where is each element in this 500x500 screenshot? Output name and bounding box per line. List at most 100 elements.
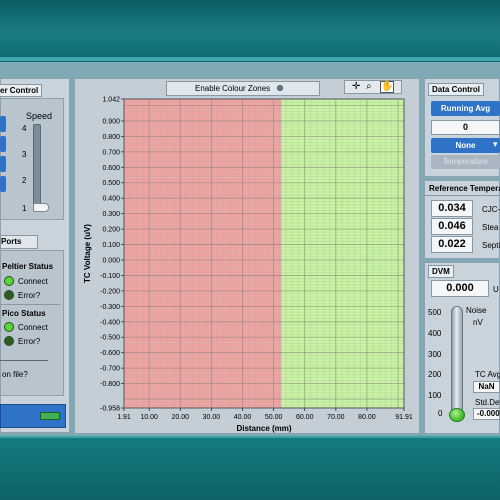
y-tick-label: 0.900 bbox=[102, 118, 120, 125]
x-tick-label: 40.00 bbox=[234, 414, 252, 421]
dvm-title: DVM bbox=[428, 265, 454, 278]
x-tick-label: 1.91 bbox=[117, 414, 131, 421]
speed-label: Speed bbox=[26, 111, 53, 121]
desktop-top-band bbox=[0, 0, 500, 58]
x-tick-label: 91.91 bbox=[395, 414, 413, 421]
left-status-led bbox=[40, 412, 60, 420]
speed-slider-handle[interactable] bbox=[33, 203, 49, 212]
y-tick-label: 0.000 bbox=[102, 257, 120, 264]
y-tick-label: -0.600 bbox=[100, 350, 120, 357]
noise-thermometer-bulb bbox=[449, 408, 465, 422]
x-axis-label: Distance (mm) bbox=[236, 424, 291, 433]
std-dev-label: Std.Dev bbox=[475, 398, 500, 407]
y-tick-label: -0.100 bbox=[100, 273, 120, 280]
pico-error-label: Error? bbox=[18, 337, 41, 346]
reference-temperature-title: Reference Tempera bbox=[429, 184, 500, 193]
noise-tick-300: 300 bbox=[428, 350, 442, 359]
x-tick-label: 10.00 bbox=[140, 414, 158, 421]
y-tick-label: 0.100 bbox=[102, 242, 120, 249]
peltier-connect-led bbox=[4, 276, 14, 286]
enable-colour-zones-toggle[interactable] bbox=[277, 85, 283, 91]
dvm-value: 0.000 bbox=[431, 280, 489, 297]
pico-error-led bbox=[4, 336, 14, 346]
left-panel-title: er Control bbox=[0, 84, 43, 97]
noise-tick-400: 400 bbox=[428, 329, 442, 338]
y-tick-label: -0.800 bbox=[100, 381, 120, 388]
y-tick-label: 0.800 bbox=[102, 134, 120, 141]
crosshair-icon[interactable]: ✛ bbox=[352, 81, 360, 92]
x-tick-label: 30.00 bbox=[203, 414, 221, 421]
x-tick-label: 80.00 bbox=[358, 414, 376, 421]
noise-tick-500: 500 bbox=[428, 308, 442, 317]
std-dev-value: -0.000 bbox=[473, 408, 500, 420]
y-axis-label: TC Voltage (uV) bbox=[83, 224, 92, 283]
steam-value: 0.046 bbox=[431, 218, 473, 235]
y-tick-label: -0.700 bbox=[100, 366, 120, 373]
save-divider bbox=[0, 360, 48, 361]
filter-none-dropdown[interactable]: None bbox=[431, 138, 500, 153]
enable-colour-zones-label: Enable Colour Zones bbox=[195, 84, 271, 93]
motor-button-4[interactable] bbox=[0, 176, 6, 192]
peltier-connect-label: Connect bbox=[18, 277, 48, 286]
peltier-error-led bbox=[4, 290, 14, 300]
tc-avg-value: NaN bbox=[473, 381, 500, 393]
pico-status-label: Pico Status bbox=[2, 309, 46, 318]
y-tick-label: 0.700 bbox=[102, 149, 120, 156]
speed-slider-track[interactable] bbox=[33, 124, 41, 212]
noise-unit: nV bbox=[473, 318, 483, 327]
pan-hand-icon[interactable]: ✋ bbox=[380, 81, 395, 93]
pico-connect-label: Connect bbox=[18, 323, 48, 332]
cjc-label: CJC- bbox=[482, 205, 500, 214]
temperature-button[interactable]: Temperature bbox=[431, 155, 500, 169]
noise-tick-0: 0 bbox=[438, 409, 443, 418]
colour-zone-0 bbox=[124, 99, 282, 408]
steam-label: Stea bbox=[482, 223, 499, 232]
noise-tick-200: 200 bbox=[428, 370, 442, 379]
tc-avg-label: TC Avg bbox=[475, 370, 500, 379]
speed-tick-1: 1 bbox=[22, 204, 27, 213]
dvm-unit: U bbox=[493, 285, 499, 294]
noise-label: Noise bbox=[466, 306, 487, 315]
septum-label: Septi bbox=[482, 241, 500, 250]
y-tick-label: -0.300 bbox=[100, 304, 120, 311]
peltier-status-label: Peltier Status bbox=[2, 262, 54, 271]
tab-ports-label: Ports bbox=[1, 237, 22, 246]
x-tick-label: 50.00 bbox=[265, 414, 283, 421]
y-tick-label: -0.500 bbox=[100, 335, 120, 342]
x-tick-label: 60.00 bbox=[296, 414, 314, 421]
motor-button-1[interactable] bbox=[0, 116, 6, 132]
dropdown-chevron-icon: ▾ bbox=[493, 139, 498, 149]
y-tick-label: 0.500 bbox=[102, 180, 120, 187]
speed-tick-4: 4 bbox=[22, 124, 27, 133]
noise-thermometer-tube bbox=[451, 306, 463, 416]
y-tick-label: -0.400 bbox=[100, 319, 120, 326]
window-top-border bbox=[0, 57, 500, 61]
ref-title-divider bbox=[425, 195, 500, 196]
tc-voltage-chart[interactable]: 1.042 0.900 0.800 0.700 0.600 0.500 0.400 0.300… bbox=[76, 94, 420, 434]
y-tick-label: 1.042 bbox=[102, 97, 120, 104]
pico-connect-led bbox=[4, 322, 14, 332]
running-avg-button[interactable]: Running Avg bbox=[431, 101, 500, 116]
y-tick-label: 0.400 bbox=[102, 196, 120, 203]
avg-count-field[interactable]: 0 bbox=[431, 120, 500, 135]
save-on-file-label: on file? bbox=[2, 370, 28, 379]
peltier-error-label: Error? bbox=[18, 291, 41, 300]
y-tick-label: 0.300 bbox=[102, 211, 120, 218]
noise-tick-100: 100 bbox=[428, 391, 442, 400]
zoom-icon[interactable]: ⌕ bbox=[366, 81, 372, 92]
septum-value: 0.022 bbox=[431, 236, 473, 253]
motor-button-3[interactable] bbox=[0, 156, 6, 172]
x-tick-label: 20.00 bbox=[172, 414, 190, 421]
motor-button-2[interactable] bbox=[0, 136, 6, 152]
desktop-bottom-band bbox=[0, 438, 500, 500]
y-tick-label: 0.600 bbox=[102, 165, 120, 172]
cjc-value: 0.034 bbox=[431, 200, 473, 217]
y-tick-label: -0.958 bbox=[100, 406, 120, 413]
x-tick-label: 70.00 bbox=[327, 414, 345, 421]
speed-tick-2: 2 bbox=[22, 176, 27, 185]
speed-tick-3: 3 bbox=[22, 150, 27, 159]
ports-divider bbox=[0, 304, 60, 305]
y-tick-label: -0.200 bbox=[100, 288, 120, 295]
data-control-title: Data Control bbox=[428, 83, 484, 96]
y-tick-label: 0.200 bbox=[102, 227, 120, 234]
